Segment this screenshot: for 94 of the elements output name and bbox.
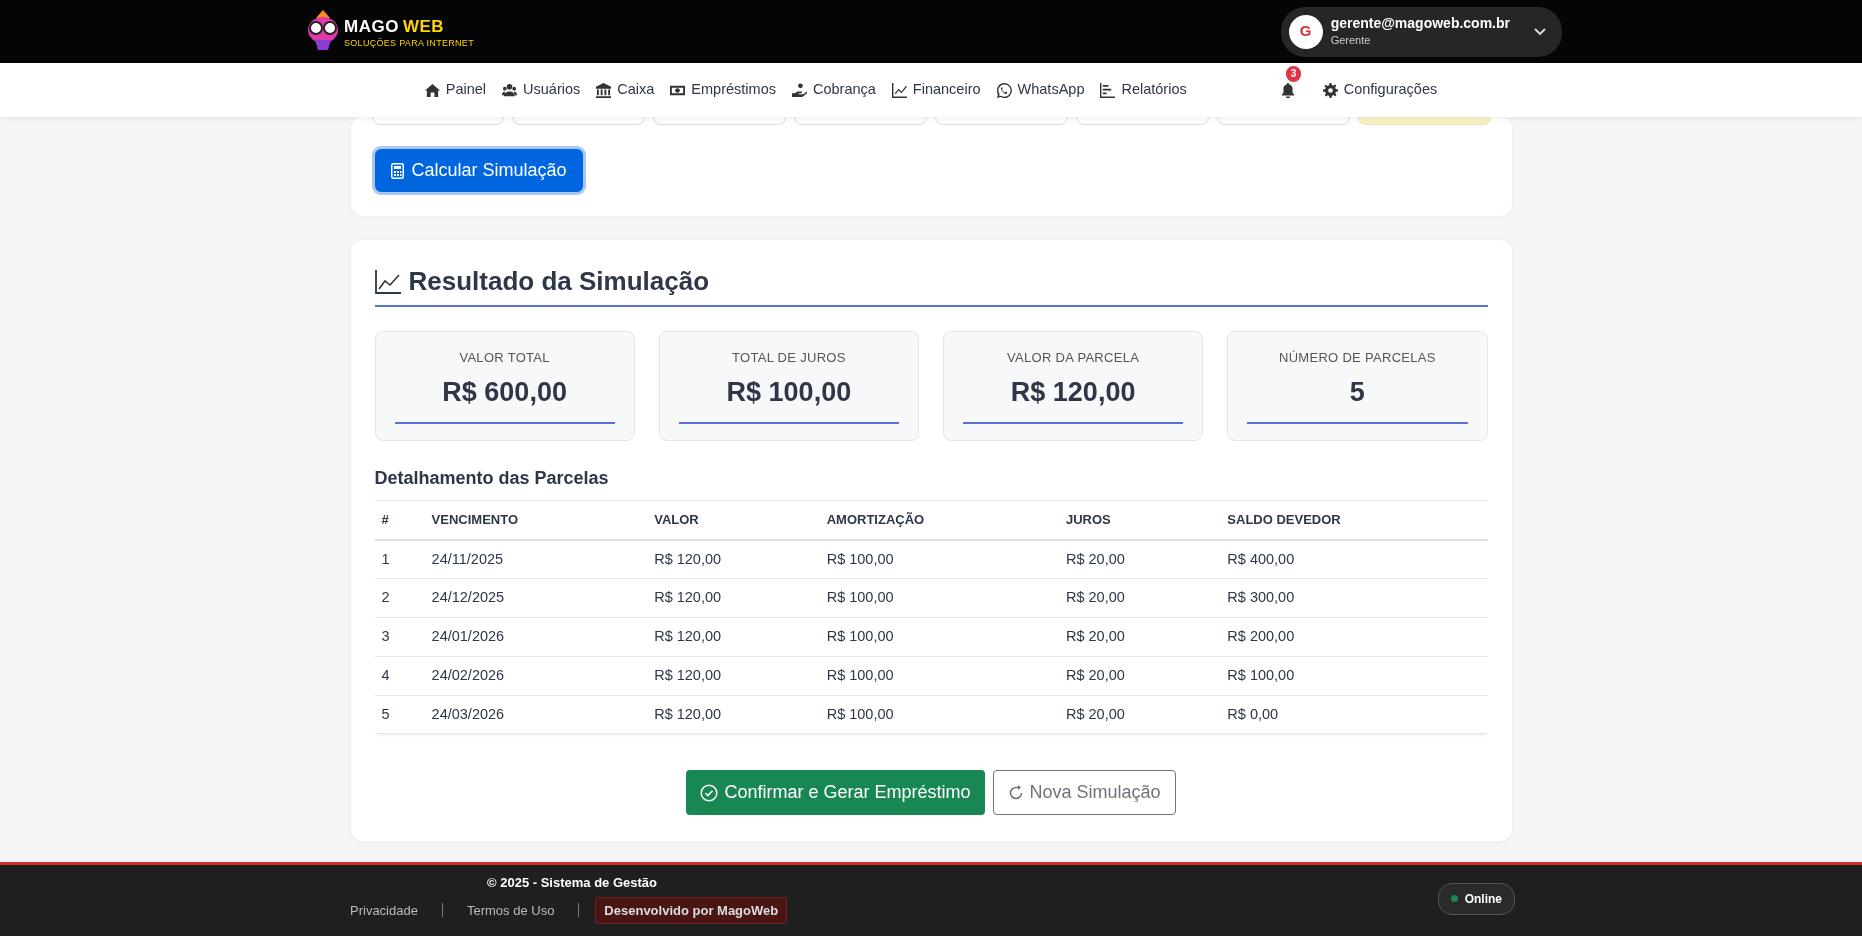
table-cell: R$ 400,00 [1220, 539, 1488, 579]
stat-label: VALOR DA PARCELA [1006, 349, 1141, 368]
table-cell: R$ 0,00 [1220, 695, 1488, 734]
table-cell: R$ 100,00 [819, 539, 1059, 579]
table-cell: R$ 100,00 [819, 578, 1059, 618]
table-cell: 24/02/2026 [424, 656, 648, 696]
user-role: Gerente [1330, 32, 1371, 48]
table-cell: R$ 100,00 [819, 656, 1059, 696]
column-header: VALOR [647, 500, 820, 540]
stat-label: TOTAL DE JUROS [731, 349, 847, 368]
option-tile[interactable] [794, 117, 927, 125]
table-cell: 3 [374, 617, 425, 657]
check-circle-icon [700, 783, 719, 802]
user-menu[interactable]: G gerente@magoweb.com.br Gerente [1280, 6, 1562, 57]
footer-link[interactable]: Desenvolvido por MagoWeb [595, 896, 788, 924]
stat-label: VALOR TOTAL [458, 349, 551, 368]
table-cell: 5 [374, 695, 425, 734]
chevron-down-icon [1534, 27, 1546, 36]
table-cell: R$ 120,00 [647, 656, 820, 696]
option-tile[interactable] [653, 117, 787, 125]
table-cell: R$ 120,00 [647, 578, 820, 618]
confirm-button[interactable]: Confirmar e Gerar Empréstimo [686, 770, 985, 816]
option-tile[interactable] [935, 117, 1068, 125]
table-cell: 2 [374, 578, 425, 618]
line-chart-icon [374, 269, 401, 294]
table-cell: 24/11/2025 [424, 539, 648, 579]
brand-name: WEB [402, 15, 445, 38]
user-email: gerente@magoweb.com.br [1330, 14, 1510, 32]
column-header: JUROS [1058, 500, 1221, 540]
column-header: VENCIMENTO [424, 500, 648, 540]
table-cell: R$ 200,00 [1220, 617, 1488, 657]
table-title: Detalhamento das Parcelas [374, 467, 610, 491]
nav-link[interactable]: Relatórios [1096, 75, 1191, 105]
notification-badge: 3 [1285, 65, 1302, 82]
nav-link[interactable]: Empréstimos [666, 75, 780, 105]
calculate-button[interactable]: Calcular Simulação [374, 149, 583, 192]
stat-value: R$ 120,00 [963, 371, 1184, 425]
new-simulation-button[interactable]: Nova Simulação [992, 770, 1176, 816]
stat-label: NÚMERO DE PARCELAS [1277, 349, 1437, 368]
nav-link[interactable]: WhatsApp [992, 75, 1089, 105]
brand-tagline: SOLUÇÕES PARA INTERNET [344, 39, 474, 50]
settings-icon [1322, 82, 1338, 98]
table-cell: 1 [374, 539, 425, 579]
option-tile[interactable] [512, 117, 646, 125]
nav-link[interactable]: Cobrança [787, 75, 880, 105]
settings-link[interactable]: Configurações [1318, 75, 1442, 105]
column-header: # [374, 500, 425, 540]
column-header: SALDO DEVEDOR [1220, 500, 1488, 540]
bank-icon [596, 82, 612, 98]
table-cell: R$ 120,00 [647, 539, 820, 579]
footer-link[interactable]: Termos de Uso [458, 897, 563, 923]
nav-link[interactable]: Painel [420, 75, 491, 105]
table-cell: R$ 100,00 [819, 617, 1059, 657]
column-header: AMORTIZAÇÃO [819, 500, 1059, 540]
section-title: Resultado da Simulação [408, 266, 710, 298]
table-cell: R$ 300,00 [1220, 578, 1488, 618]
chat-icon [996, 82, 1012, 98]
bell-icon [1280, 82, 1295, 98]
option-tile[interactable] [371, 117, 505, 125]
table-cell: 24/01/2026 [424, 617, 648, 657]
table-cell: 4 [374, 656, 425, 696]
nav-link[interactable]: Usuários [498, 75, 585, 105]
table-cell: R$ 20,00 [1058, 695, 1221, 734]
option-tile[interactable] [1075, 117, 1209, 125]
table-cell: R$ 20,00 [1058, 539, 1221, 579]
table-cell: R$ 100,00 [819, 695, 1059, 734]
nav-link[interactable]: Caixa [592, 75, 659, 105]
stat-value: R$ 600,00 [394, 371, 615, 425]
table-cell: R$ 100,00 [1220, 656, 1488, 696]
table-cell: R$ 20,00 [1058, 578, 1221, 618]
users-icon [502, 82, 518, 98]
calculator-icon [390, 162, 404, 179]
table-cell: 24/03/2026 [424, 695, 648, 734]
status-label: Online [1464, 890, 1502, 908]
nav-link[interactable]: Financeiro [887, 75, 985, 105]
table-cell: 24/12/2025 [424, 578, 648, 618]
bar-chart-icon [1100, 82, 1116, 98]
table-cell: R$ 20,00 [1058, 656, 1221, 696]
stat-value: R$ 100,00 [678, 371, 899, 425]
copyright-text: © 2025 - Sistema de Gestão [487, 874, 657, 892]
footer-link[interactable]: Privacidade [342, 897, 426, 923]
option-tile[interactable] [1357, 117, 1491, 125]
stat-value: 5 [1247, 371, 1468, 425]
table-cell: R$ 20,00 [1058, 617, 1221, 657]
option-tile[interactable] [1216, 117, 1350, 125]
user-avatar: G [1288, 14, 1323, 49]
table-cell: R$ 120,00 [647, 695, 820, 734]
hand-icon [791, 82, 807, 98]
brand-name: MAGO [344, 15, 399, 38]
home-icon [424, 82, 440, 98]
line-chart-icon [891, 82, 907, 98]
table-cell: R$ 120,00 [647, 617, 820, 657]
notifications-button[interactable] [1280, 82, 1295, 98]
refresh-icon [1007, 784, 1024, 801]
